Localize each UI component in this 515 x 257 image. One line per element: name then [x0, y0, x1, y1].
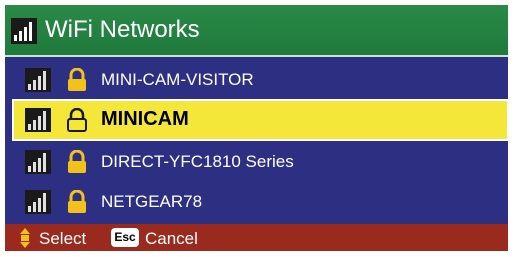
network-row[interactable]: MINI-CAM-VISITOR	[13, 60, 508, 100]
network-name: MINICAM	[101, 108, 189, 130]
up-down-arrows-icon	[20, 228, 30, 248]
esc-key-icon: Esc	[111, 228, 139, 247]
lock-icon	[68, 68, 86, 91]
lock-icon	[67, 108, 87, 132]
network-name: NETGEAR78	[101, 192, 203, 211]
network-name: DIRECT-YFC1810 Series	[101, 152, 294, 171]
signal-strength-icon	[25, 108, 51, 132]
cancel-hint: Cancel	[145, 229, 198, 248]
header-bar: WiFi Networks	[5, 5, 508, 57]
network-name: MINI-CAM-VISITOR	[101, 70, 254, 89]
select-hint: Select	[39, 229, 87, 248]
signal-strength-icon	[25, 150, 51, 174]
lock-icon	[68, 150, 86, 173]
signal-strength-icon	[25, 68, 51, 92]
lock-icon	[68, 190, 86, 213]
network-row-selected[interactable]: MINICAM	[12, 99, 508, 141]
network-row[interactable]: DIRECT-YFC1810 Series	[13, 142, 508, 182]
signal-strength-icon	[25, 190, 51, 214]
wifi-networks-screen: WiFi Networks MINI-CAM-VISITOR MINICAM D…	[5, 5, 508, 251]
wifi-signal-icon	[11, 18, 37, 44]
page-title: WiFi Networks	[45, 16, 200, 43]
footer-bar: Select Esc Cancel	[5, 224, 508, 251]
network-row[interactable]: NETGEAR78	[13, 182, 508, 222]
